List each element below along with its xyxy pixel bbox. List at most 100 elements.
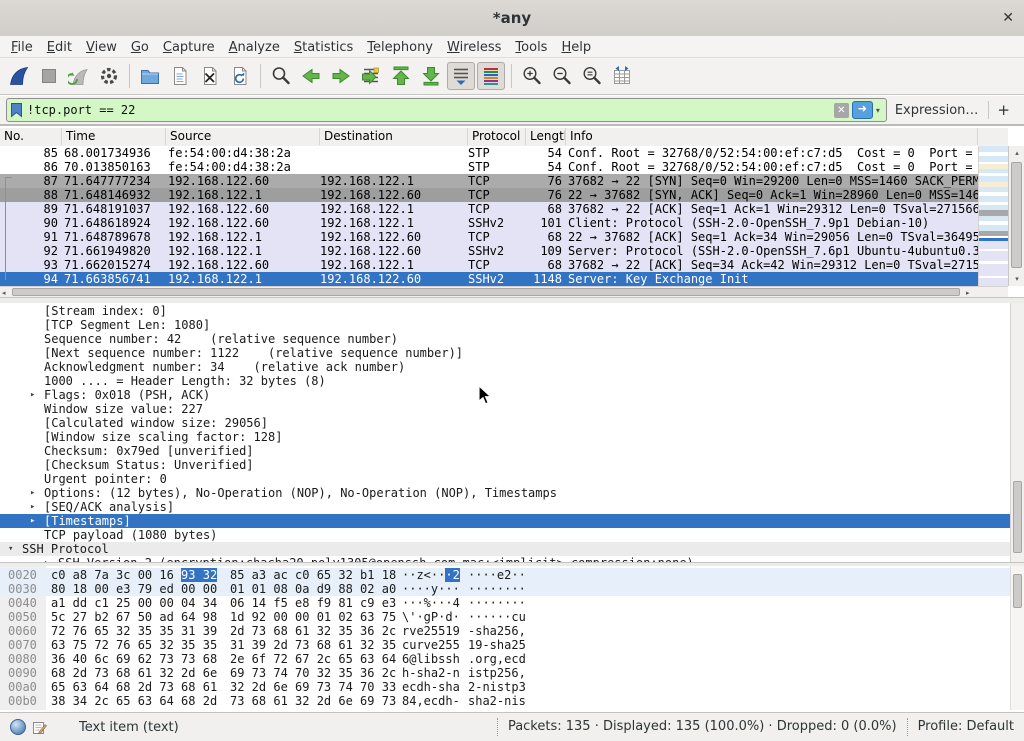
start-capture-button[interactable] (5, 62, 33, 90)
details-vscroll-thumb[interactable] (1013, 481, 1022, 553)
hex-row-0090[interactable]: 009068 2d 73 68 61 32 2d 6e69 73 74 70 3… (0, 666, 1010, 680)
hex-row-00b0[interactable]: 00b038 34 2c 65 63 64 68 2d73 68 61 32 2… (0, 694, 1010, 708)
detail-line[interactable]: 1000 .... = Header Length: 32 bytes (8) (0, 374, 1010, 388)
detail-line[interactable]: TCP payload (1080 bytes) (0, 528, 1010, 542)
hex-row-0040[interactable]: 0040a1 dd c1 25 00 00 04 3406 14 f5 e8 f… (0, 596, 1010, 610)
ascii-left[interactable]: ecdh-sha (402, 680, 460, 694)
hex-vscrollbar[interactable] (1010, 566, 1024, 710)
auto-scroll-button[interactable] (447, 62, 475, 90)
packet-row-91[interactable]: 9171.648789678192.168.122.1192.168.122.6… (0, 230, 978, 244)
titlebar[interactable]: *any ✕ (0, 0, 1024, 37)
hex-bytes-left[interactable]: 68 2d 73 68 61 32 2d 6e (51, 666, 217, 680)
packet-row-94[interactable]: 9471.663856741192.168.122.1192.168.122.6… (0, 272, 978, 286)
clear-filter-icon[interactable]: ✕ (834, 103, 849, 118)
apply-filter-icon[interactable]: ➜ (852, 101, 873, 119)
scroll-left-icon[interactable]: ◂ (2, 289, 6, 297)
ascii-left[interactable]: curve255 (402, 638, 460, 652)
detail-line[interactable]: ▸[SEQ/ACK analysis] (0, 500, 1010, 514)
detail-line[interactable]: [Calculated window size: 29056] (0, 416, 1010, 430)
zoom-in-button[interactable] (518, 62, 546, 90)
detail-line[interactable]: ▸[Timestamps] (0, 514, 1010, 528)
menu-statistics[interactable]: Statistics (287, 37, 360, 58)
detail-line[interactable]: [Next sequence number: 1122 (relative se… (0, 346, 1010, 360)
scroll-down-icon[interactable]: ▾ (1009, 275, 1024, 283)
colorize-packets-button[interactable] (477, 62, 505, 90)
hex-highlighted-bytes[interactable]: 93 32 (181, 568, 217, 582)
menu-help[interactable]: Help (554, 37, 598, 58)
ascii-left[interactable]: ··z<···2 (402, 568, 460, 582)
column-header-info[interactable]: Info (566, 128, 978, 145)
ascii-left[interactable]: h-sha2-n (402, 666, 460, 680)
menu-capture[interactable]: Capture (156, 37, 222, 58)
detail-line[interactable]: Checksum: 0x79ed [unverified] (0, 444, 1010, 458)
packet-row-87[interactable]: 8771.647777234192.168.122.60192.168.122.… (0, 174, 978, 188)
detail-line[interactable]: Window size value: 227 (0, 402, 1010, 416)
ascii-right[interactable]: ········ (468, 582, 526, 596)
hex-bytes-right[interactable]: 06 14 f5 e8 f9 81 c9 e3 (230, 596, 396, 610)
hex-bytes-left[interactable]: c0 a8 7a 3c 00 16 93 32 (51, 568, 217, 582)
details-vscrollbar[interactable] (1010, 303, 1024, 562)
hex-bytes-right[interactable]: 31 39 2d 73 68 61 32 35 (230, 638, 396, 652)
ascii-highlighted-chars[interactable]: ·2 (445, 568, 459, 582)
expert-info-icon[interactable] (10, 719, 26, 735)
hex-bytes-right[interactable]: 69 73 74 70 32 35 36 2c (230, 666, 396, 680)
column-header-no[interactable]: No. (0, 128, 62, 145)
first-packet-button[interactable] (387, 62, 415, 90)
expander-icon[interactable]: ▾ (8, 542, 13, 556)
column-header-source[interactable]: Source (166, 128, 320, 145)
previous-packet-button[interactable] (297, 62, 325, 90)
ascii-right[interactable]: 2-nistp3 (468, 680, 526, 694)
packet-row-85[interactable]: 8568.001734936fe:54:00:d4:38:2aSTP54Conf… (0, 146, 978, 160)
detail-line[interactable]: Acknowledgment number: 34 (relative ack … (0, 360, 1010, 374)
detail-line[interactable]: Sequence number: 42 (relative sequence n… (0, 332, 1010, 346)
detail-line[interactable]: ▸Flags: 0x018 (PSH, ACK) (0, 388, 1010, 402)
ascii-left[interactable]: ···%···4 (402, 596, 460, 610)
hex-bytes-right[interactable]: 32 2d 6e 69 73 74 70 33 (230, 680, 396, 694)
menu-tools[interactable]: Tools (508, 37, 554, 58)
hscroll-thumb[interactable] (12, 288, 960, 296)
detail-line[interactable]: [Stream index: 0] (0, 304, 1010, 318)
zoom-reset-button[interactable] (578, 62, 606, 90)
vscroll-thumb[interactable] (1011, 162, 1022, 268)
open-file-button[interactable] (136, 62, 164, 90)
ascii-right[interactable]: 19-sha25 (468, 638, 526, 652)
hex-vscroll-thumb[interactable] (1013, 574, 1022, 608)
ascii-left[interactable]: rve25519 (402, 624, 460, 638)
ascii-left[interactable]: 6@libssh (402, 652, 460, 666)
column-header-time[interactable]: Time (62, 128, 166, 145)
column-header-destination[interactable]: Destination (320, 128, 468, 145)
filter-history-dropdown-icon[interactable]: ▾ (876, 106, 880, 115)
ascii-right[interactable]: istp256, (468, 666, 526, 680)
hex-bytes-right[interactable]: 73 68 61 32 2d 6e 69 73 (230, 694, 396, 708)
expander-icon[interactable]: ▸ (30, 500, 35, 514)
ascii-left[interactable]: \'·gP·d· (402, 610, 460, 624)
hex-bytes-left[interactable]: a1 dd c1 25 00 00 04 34 (51, 596, 217, 610)
hex-row-0050[interactable]: 00505c 27 b2 67 50 ad 64 981d 92 00 00 0… (0, 610, 1010, 624)
hex-bytes-left[interactable]: 36 40 6c 69 62 73 73 68 (51, 652, 217, 666)
hex-bytes-left[interactable]: 72 76 65 32 35 35 31 39 (51, 624, 217, 638)
close-file-button[interactable] (196, 62, 224, 90)
detail-line[interactable]: Urgent pointer: 0 (0, 472, 1010, 486)
reload-file-button[interactable] (226, 62, 254, 90)
hex-row-0070[interactable]: 007063 75 72 76 65 32 35 3531 39 2d 73 6… (0, 638, 1010, 652)
packet-row-89[interactable]: 8971.648191037192.168.122.60192.168.122.… (0, 202, 978, 216)
ascii-right[interactable]: ········ (468, 596, 526, 610)
scroll-right-icon[interactable]: ▸ (966, 289, 970, 297)
ascii-right[interactable]: ····e2·· (468, 568, 526, 582)
capture-options-button[interactable] (95, 62, 123, 90)
menu-file[interactable]: File (4, 37, 40, 58)
expression-button[interactable]: Expression… (887, 103, 987, 118)
packet-row-93[interactable]: 9371.662015274192.168.122.60192.168.122.… (0, 258, 978, 272)
intelligent-scrollbar[interactable] (978, 146, 1009, 286)
hex-row-0030[interactable]: 003080 18 00 e3 79 ed 00 0001 01 08 0a d… (0, 582, 1010, 596)
menu-edit[interactable]: Edit (40, 37, 79, 58)
detail-line[interactable]: [TCP Segment Len: 1080] (0, 318, 1010, 332)
menu-go[interactable]: Go (124, 37, 156, 58)
zoom-out-button[interactable] (548, 62, 576, 90)
save-file-button[interactable] (166, 62, 194, 90)
last-packet-button[interactable] (417, 62, 445, 90)
status-profile[interactable]: Profile: Default (907, 718, 1024, 736)
expander-icon[interactable]: ▸ (30, 388, 35, 402)
packet-row-88[interactable]: 8871.648146932192.168.122.1192.168.122.6… (0, 188, 978, 202)
resize-columns-button[interactable] (608, 62, 636, 90)
